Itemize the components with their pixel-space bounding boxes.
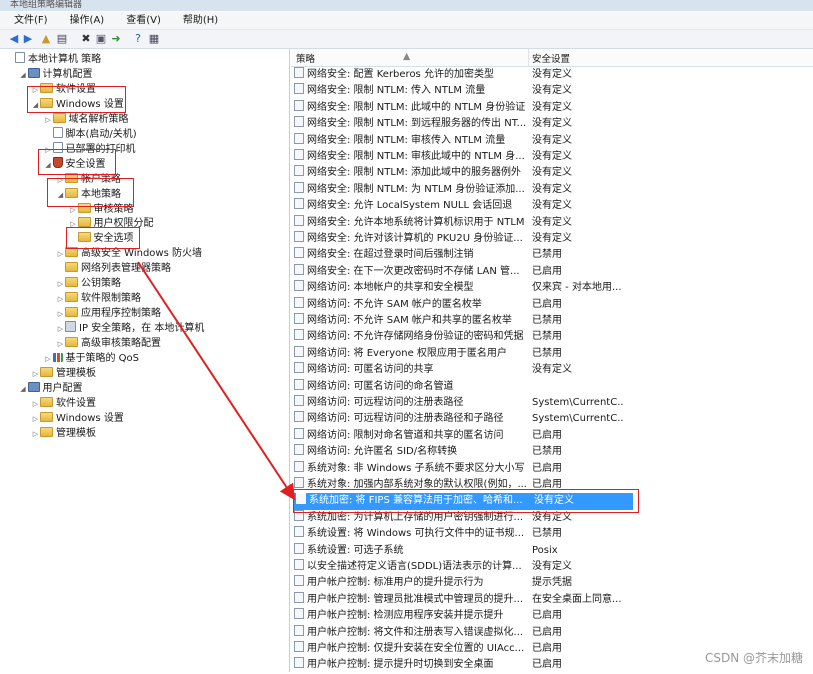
watermark-text: CSDN @芥末加糖: [704, 651, 803, 665]
annotation-arrow: [137, 261, 296, 501]
